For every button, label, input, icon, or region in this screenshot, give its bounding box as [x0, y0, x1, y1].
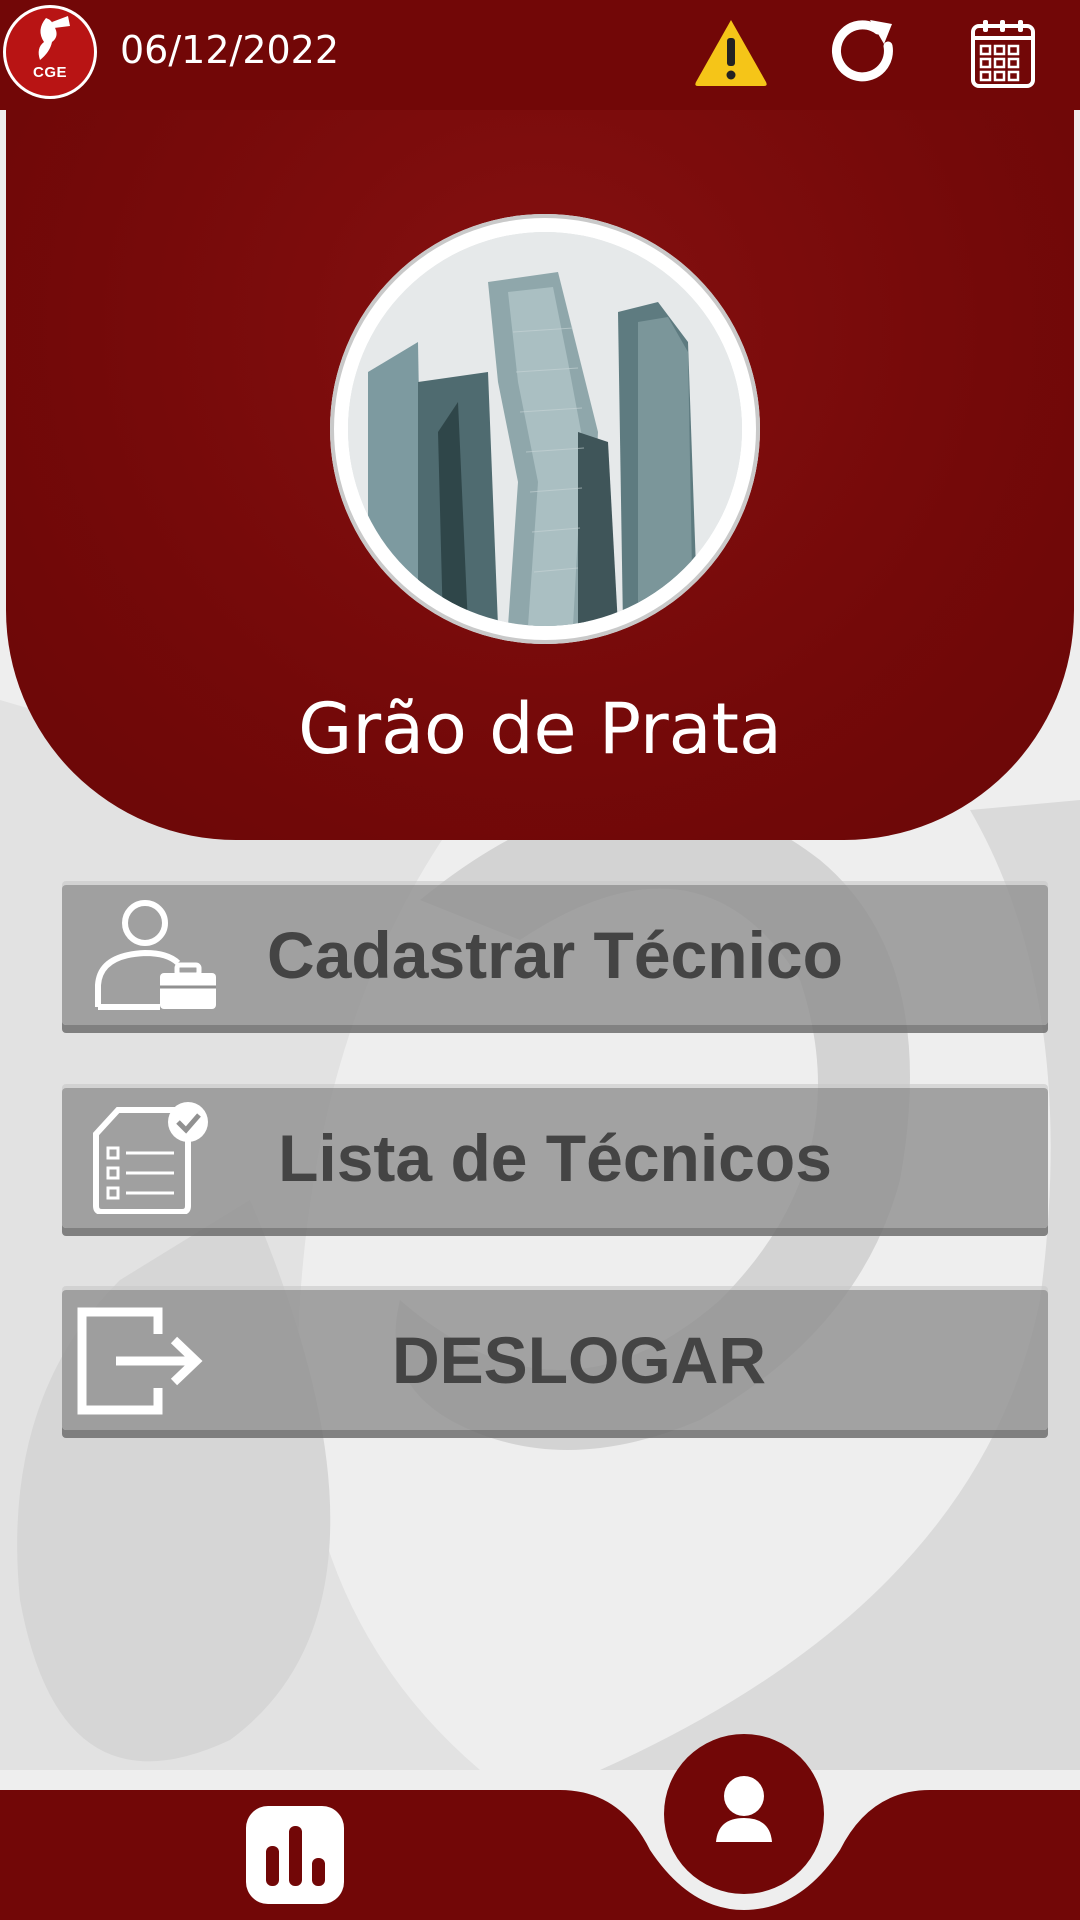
stats-icon[interactable] — [246, 1806, 344, 1904]
calendar-icon[interactable] — [964, 14, 1042, 92]
logout-label: DESLOGAR — [391, 1323, 767, 1397]
warning-icon[interactable] — [692, 14, 770, 92]
avatar[interactable] — [330, 214, 760, 644]
date-label: 06/12/2022 — [120, 28, 340, 72]
refresh-icon[interactable] — [826, 14, 904, 92]
top-bar: CGE 06/12/2022 — [0, 0, 1080, 110]
technician-list-button[interactable]: Lista de Técnicos — [62, 1088, 1048, 1228]
bottom-nav-bar — [0, 1790, 1080, 1920]
register-technician-button[interactable]: Cadastrar Técnico — [62, 885, 1048, 1025]
logo: CGE — [3, 5, 97, 99]
logout-button[interactable]: DESLOGAR — [62, 1290, 1048, 1430]
technician-list-label: Lista de Técnicos — [278, 1121, 832, 1195]
company-name: Grão de Prata — [298, 688, 782, 770]
logo-text: CGE — [32, 64, 67, 81]
register-technician-label: Cadastrar Técnico — [267, 918, 843, 992]
profile-header-panel: Grão de Prata — [6, 110, 1074, 840]
profile-icon[interactable] — [664, 1734, 824, 1894]
building-photo — [348, 232, 742, 626]
